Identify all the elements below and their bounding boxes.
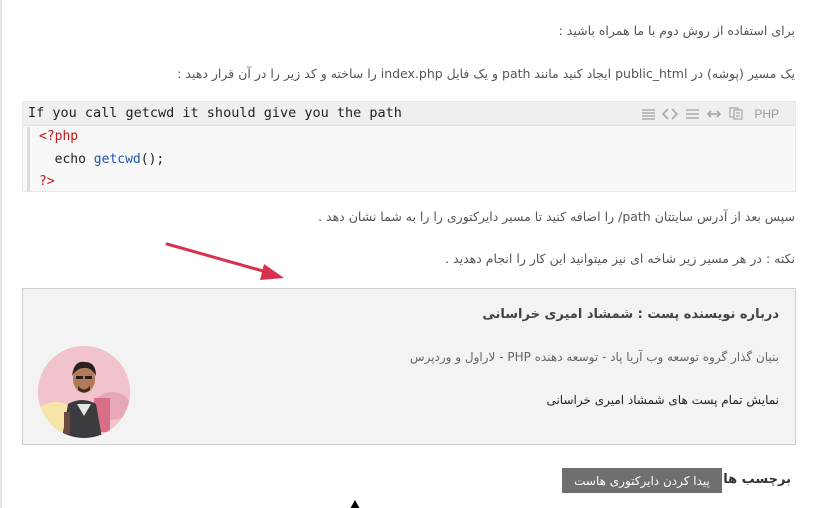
mouse-cursor-icon <box>350 500 360 508</box>
paragraph-intro: برای استفاده از روش دوم با ما همراه باشی… <box>558 23 795 38</box>
lines-icon[interactable] <box>640 106 656 121</box>
paragraph-note: نکته : در هر مسیر زیر شاخه ای نیز میتوان… <box>445 251 795 266</box>
code-keyword: echo <box>54 152 86 167</box>
copy-icon[interactable] <box>728 106 744 121</box>
tag-chip[interactable]: پیدا کردن دایرکتوری هاست <box>562 468 722 493</box>
code-title: If you call getcwd it should give you th… <box>28 105 402 121</box>
expand-icon[interactable] <box>706 106 722 121</box>
code-line: echo getcwd(); <box>39 152 165 167</box>
paragraph-after-code: سپس بعد از آدرس سایتتان path/ را اضافه ک… <box>318 209 795 224</box>
code-punctuation: (); <box>140 152 165 167</box>
wrap-icon[interactable] <box>684 106 700 121</box>
left-border <box>0 0 2 508</box>
code-function: getcwd <box>93 152 141 167</box>
author-description: بنیان گذار گروه توسعه وب آریا پاد - توسع… <box>409 350 779 364</box>
paragraph-instructions: یک مسیر (پوشه) در public_html ایجاد کنید… <box>177 66 795 81</box>
code-language: PHP <box>754 106 779 121</box>
code-line: <?php <box>39 129 78 144</box>
avatar <box>38 346 130 438</box>
code-php-close: ?> <box>39 174 55 189</box>
code-php-open: <?php <box>39 129 79 144</box>
code-block: If you call getcwd it should give you th… <box>22 101 796 192</box>
author-posts-link[interactable]: نمایش تمام پست های شمشاد امیری خراسانی <box>546 393 779 407</box>
code-toolbar: PHP <box>640 106 779 121</box>
arrow-annotation-icon <box>165 242 284 280</box>
code-header: If you call getcwd it should give you th… <box>23 102 795 126</box>
code-gutter <box>27 127 30 191</box>
author-box: درباره نویسنده پست : شمشاد امیری خراسانی… <box>22 288 796 445</box>
code-icon[interactable] <box>662 106 679 121</box>
author-title: درباره نویسنده پست : شمشاد امیری خراسانی <box>482 307 779 322</box>
code-line: ?> <box>39 174 55 189</box>
tags-label: برچسب ها: <box>718 472 791 487</box>
